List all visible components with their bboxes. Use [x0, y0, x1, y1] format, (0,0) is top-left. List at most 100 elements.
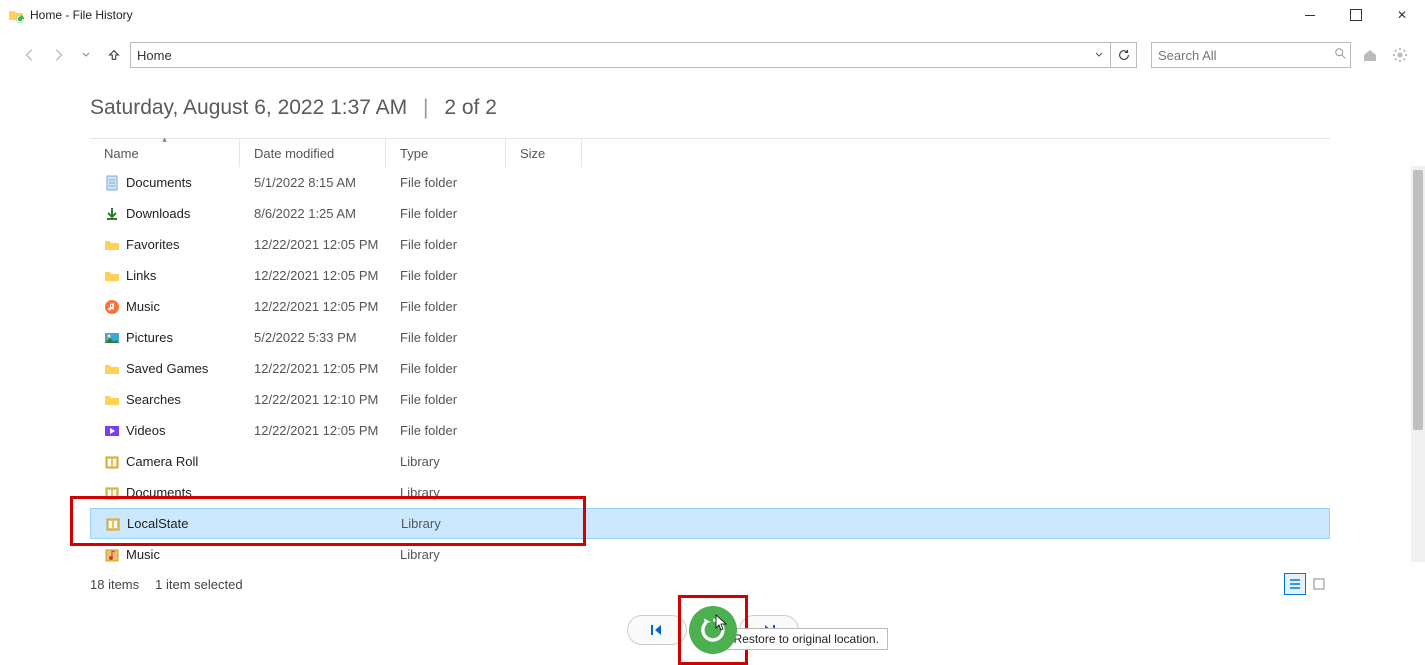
file-name: Documents — [126, 485, 192, 500]
file-date: 12/22/2021 12:05 PM — [240, 268, 386, 283]
view-large-button[interactable] — [1308, 573, 1330, 595]
file-name: LocalState — [127, 516, 188, 531]
refresh-button[interactable] — [1110, 43, 1136, 67]
close-button[interactable] — [1379, 0, 1425, 30]
item-count: 18 items — [90, 577, 139, 592]
file-type: Library — [386, 454, 506, 469]
heading-separator: | — [423, 96, 428, 119]
table-row[interactable]: Documents Library — [90, 477, 1330, 508]
file-type: Library — [387, 516, 507, 531]
location-dropdown-icon[interactable] — [1088, 50, 1110, 60]
file-name: Music — [126, 299, 160, 314]
table-row[interactable]: Searches 12/22/2021 12:10 PMFile folder — [90, 384, 1330, 415]
search-icon — [1334, 47, 1348, 64]
minimize-button[interactable] — [1287, 0, 1333, 30]
folder-icon — [104, 268, 120, 284]
file-date: 12/22/2021 12:05 PM — [240, 361, 386, 376]
file-name: Links — [126, 268, 156, 283]
folder-icon — [104, 237, 120, 253]
library-icon — [105, 516, 121, 532]
file-date: 12/22/2021 12:10 PM — [240, 392, 386, 407]
file-type: File folder — [386, 392, 506, 407]
navbar: Home — [0, 36, 1425, 74]
status-bar: 18 items 1 item selected — [90, 573, 1330, 595]
file-type: File folder — [386, 361, 506, 376]
view-details-button[interactable] — [1284, 573, 1306, 595]
header-size[interactable]: Size — [506, 139, 582, 167]
table-row[interactable]: Downloads8/6/2022 1:25 AMFile folder — [90, 198, 1330, 229]
back-button[interactable] — [18, 43, 42, 67]
file-type: File folder — [386, 423, 506, 438]
maximize-button[interactable] — [1333, 0, 1379, 30]
restore-tooltip: Restore to original location. — [725, 628, 888, 650]
sort-asc-icon: ▴ — [162, 134, 167, 145]
bottom-controls: Restore to original location. — [0, 606, 1425, 654]
selected-count: 1 item selected — [155, 577, 242, 592]
gear-icon[interactable] — [1389, 44, 1411, 66]
library-icon — [104, 454, 120, 470]
column-headers: ▴ Name Date modified Type Size — [90, 139, 1330, 167]
file-name: Searches — [126, 392, 181, 407]
header-type[interactable]: Type — [386, 139, 506, 167]
forward-button[interactable] — [46, 43, 70, 67]
location-text: Home — [131, 48, 1088, 63]
app-icon — [8, 7, 24, 23]
file-type: Library — [386, 485, 506, 500]
page-heading: Saturday, August 6, 2022 1:37 AM | 2 of … — [90, 96, 1425, 120]
file-type: File folder — [386, 175, 506, 190]
file-name: Camera Roll — [126, 454, 198, 469]
file-type: File folder — [386, 237, 506, 252]
snapshot-timestamp: Saturday, August 6, 2022 1:37 AM — [90, 96, 407, 119]
file-date: 12/22/2021 12:05 PM — [240, 237, 386, 252]
up-button[interactable] — [102, 43, 126, 67]
scrollbar-thumb[interactable] — [1413, 170, 1423, 430]
library-icon — [104, 485, 120, 501]
table-row[interactable]: Camera Roll Library — [90, 446, 1330, 477]
file-name: Documents — [126, 175, 192, 190]
file-type: File folder — [386, 330, 506, 345]
file-type: File folder — [386, 299, 506, 314]
folder-icon — [104, 392, 120, 408]
file-name: Favorites — [126, 237, 179, 252]
file-name: Videos — [126, 423, 166, 438]
file-date: 5/1/2022 8:15 AM — [240, 175, 386, 190]
music-icon — [104, 299, 120, 315]
folder-icon — [104, 361, 120, 377]
file-type: Library — [386, 547, 506, 562]
location-bar[interactable]: Home — [130, 42, 1137, 68]
window-title: Home - File History — [30, 8, 133, 22]
table-row[interactable]: Videos12/22/2021 12:05 PMFile folder — [90, 415, 1330, 446]
search-box[interactable] — [1151, 42, 1351, 68]
file-name: Downloads — [126, 206, 190, 221]
file-list: ▴ Name Date modified Type Size Documents… — [90, 138, 1330, 567]
table-row[interactable]: LocalState Library — [90, 508, 1330, 539]
header-date[interactable]: Date modified — [240, 139, 386, 167]
scrollbar[interactable] — [1411, 166, 1425, 562]
document-icon — [104, 175, 120, 191]
titlebar: Home - File History — [0, 0, 1425, 30]
restore-button[interactable] — [689, 606, 737, 654]
history-dropdown[interactable] — [74, 43, 98, 67]
table-row[interactable]: Saved Games 12/22/2021 12:05 PMFile folde… — [90, 353, 1330, 384]
table-row[interactable]: Favorites 12/22/2021 12:05 PMFile folder — [90, 229, 1330, 260]
pictures-icon — [104, 330, 120, 346]
table-row[interactable]: Music Library — [90, 539, 1330, 567]
home-icon[interactable] — [1359, 44, 1381, 66]
header-name[interactable]: ▴ Name — [90, 139, 240, 167]
file-name: Pictures — [126, 330, 173, 345]
search-input[interactable] — [1158, 48, 1334, 63]
table-row[interactable]: Music 12/22/2021 12:05 PMFile folder — [90, 291, 1330, 322]
table-row[interactable]: Pictures5/2/2022 5:33 PMFile folder — [90, 322, 1330, 353]
file-name: Saved Games — [126, 361, 208, 376]
file-date: 12/22/2021 12:05 PM — [240, 299, 386, 314]
table-row[interactable]: Documents 5/1/2022 8:15 AMFile folder — [90, 167, 1330, 198]
file-name: Music — [126, 547, 160, 562]
file-type: File folder — [386, 268, 506, 283]
table-row[interactable]: Links 12/22/2021 12:05 PMFile folder — [90, 260, 1330, 291]
musiclib-icon — [104, 547, 120, 563]
snapshot-range: 2 of 2 — [444, 96, 497, 119]
file-type: File folder — [386, 206, 506, 221]
cursor-icon — [715, 614, 729, 635]
video-icon — [104, 423, 120, 439]
download-icon — [104, 206, 120, 222]
